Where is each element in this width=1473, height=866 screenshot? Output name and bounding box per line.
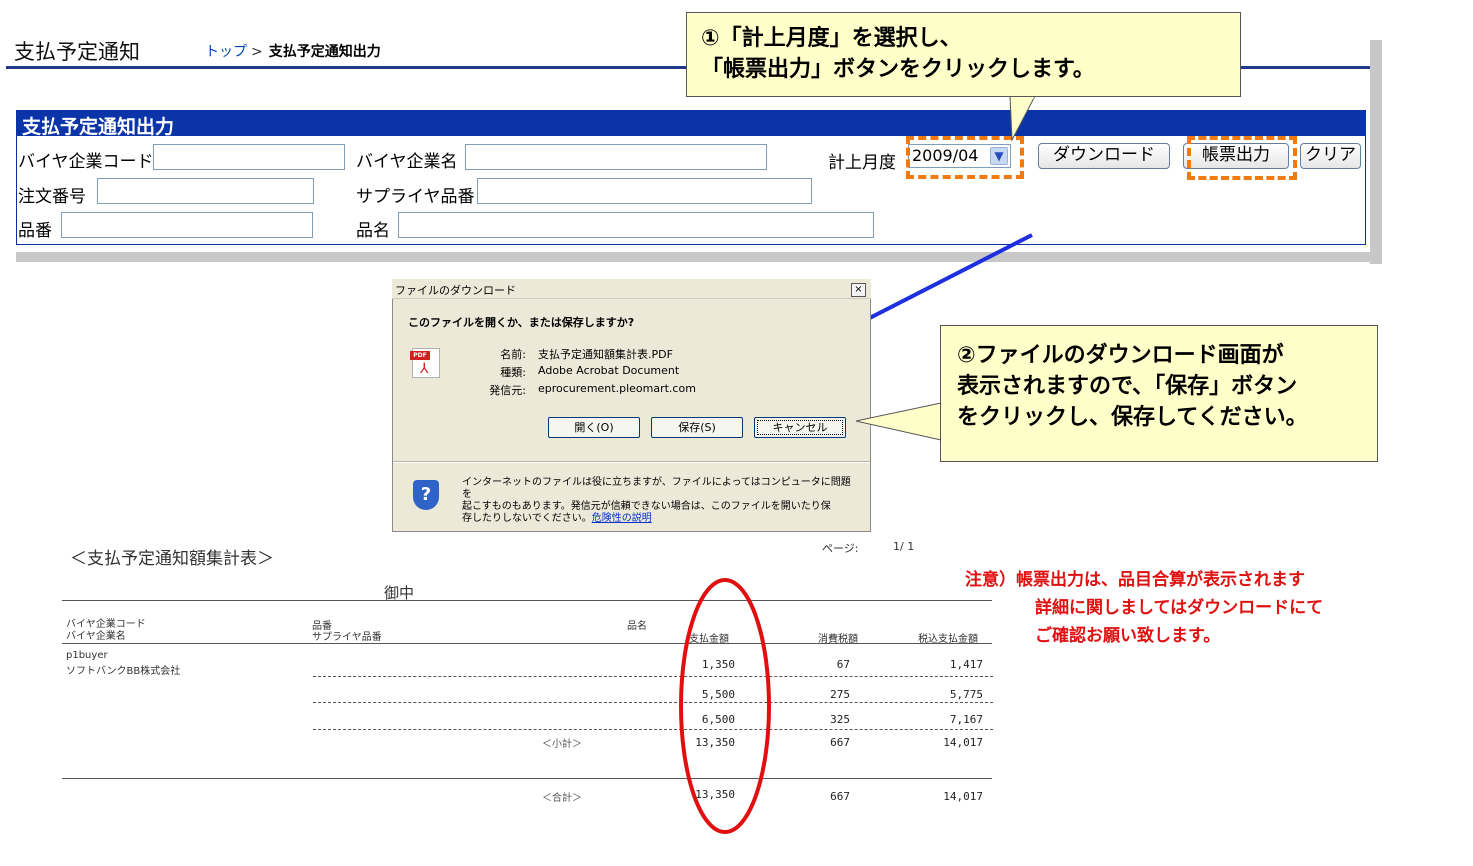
report-page-label: ページ: bbox=[822, 542, 859, 555]
item-name-label: 品名 bbox=[356, 221, 390, 241]
report-total-rule bbox=[62, 778, 992, 779]
dialog-warning-text: インターネットのファイルは役に立ちますが、ファイルによってはコンピュータに問題を… bbox=[462, 477, 852, 525]
dialog-from-value: eprocurement.pleomart.com bbox=[538, 382, 696, 395]
warning-line1: インターネットのファイルは役に立ちますが、ファイルによってはコンピュータに問題を bbox=[462, 477, 851, 500]
buyer-name-input[interactable] bbox=[465, 144, 767, 170]
security-shield-icon: ? bbox=[413, 480, 439, 510]
open-button[interactable]: 開く(O) bbox=[548, 417, 640, 438]
callout-step1-line2: 「帳票出力」ボタンをクリックします。 bbox=[701, 57, 1095, 82]
report-subtotal-tax: 667 bbox=[830, 736, 850, 749]
report-subtotal-label: ＜小計＞ bbox=[542, 739, 582, 750]
page-title: 支払予定通知 bbox=[14, 40, 140, 64]
report-top-rule bbox=[62, 600, 992, 601]
table-row-total: 1,417 bbox=[949, 658, 983, 671]
order-no-label: 注文番号 bbox=[18, 187, 86, 207]
note-line3: ご確認お願い致します。 bbox=[1035, 626, 1221, 646]
dialog-type-key: 種類: bbox=[500, 366, 526, 379]
dialog-type-value: Adobe Acrobat Document bbox=[538, 364, 680, 377]
report-row-divider bbox=[313, 729, 993, 730]
save-button[interactable]: 保存(S) bbox=[651, 417, 743, 438]
report-buyer-name: ソフトバンクBB株式会社 bbox=[66, 666, 181, 677]
table-row-tax: 275 bbox=[830, 688, 850, 701]
close-icon[interactable]: × bbox=[851, 283, 866, 297]
clear-button[interactable]: クリア bbox=[1300, 143, 1361, 169]
report-row-divider bbox=[313, 676, 993, 677]
report-buyer-code: p1buyer bbox=[66, 650, 108, 661]
warning-line2: 起こすものもあります。発信元が信頼できない場合は、このファイルを開いたり保 bbox=[462, 501, 831, 512]
pdf-file-icon: PDF ⅄ bbox=[410, 348, 440, 378]
report-title: ＜支払予定通知額集計表＞ bbox=[70, 549, 274, 569]
table-row-total: 5,775 bbox=[949, 688, 983, 701]
breadcrumb: トップ > 支払予定通知出力 bbox=[205, 41, 381, 61]
callout-step1: ①「計上月度」を選択し、 「帳票出力」ボタンをクリックします。 bbox=[686, 12, 1241, 97]
callout-step2-line1: ②ファイルのダウンロード画面が bbox=[957, 343, 1284, 368]
dialog-divider-highlight bbox=[393, 462, 870, 463]
window-shadow bbox=[1370, 40, 1382, 264]
warning-line3-text: 存したりしないでください。 bbox=[462, 513, 592, 524]
dialog-from-key: 発信元: bbox=[489, 384, 526, 397]
buyer-name-label: バイヤ企業名 bbox=[356, 152, 458, 172]
table-row-total: 7,167 bbox=[949, 713, 983, 726]
table-row-tax: 67 bbox=[836, 658, 850, 671]
breadcrumb-separator: > bbox=[251, 44, 263, 60]
cancel-button[interactable]: キャンセル bbox=[754, 417, 846, 438]
dialog-name-key: 名前: bbox=[500, 348, 526, 361]
callout1-pointer bbox=[1009, 95, 1036, 142]
risk-explanation-link[interactable]: 危険性の説明 bbox=[592, 513, 652, 524]
report-grandtotal-label: ＜合計＞ bbox=[542, 793, 582, 804]
report-grandtotal-total: 14,017 bbox=[943, 790, 983, 803]
panel-shadow bbox=[16, 252, 1382, 262]
callout2-pointer bbox=[855, 402, 943, 441]
callout-step2: ②ファイルのダウンロード画面が 表示されますので、「保存」ボタン をクリックし、… bbox=[940, 325, 1378, 462]
breadcrumb-current: 支払予定通知出力 bbox=[268, 44, 381, 60]
dialog-title: ファイルのダウンロード bbox=[392, 279, 871, 299]
callout-step2-line3: をクリックし、保存してください。 bbox=[957, 405, 1308, 430]
report-page-value: 1/ 1 bbox=[893, 540, 915, 553]
order-no-input[interactable] bbox=[97, 178, 314, 204]
amount-column-highlight-ellipse bbox=[679, 578, 771, 834]
item-no-input[interactable] bbox=[61, 212, 313, 238]
breadcrumb-top-link[interactable]: トップ bbox=[205, 44, 247, 60]
note-line2: 詳細に関しましてはダウンロードにて bbox=[1035, 598, 1324, 618]
buyer-code-label: バイヤ企業コード bbox=[18, 152, 154, 172]
download-button[interactable]: ダウンロード bbox=[1038, 143, 1170, 169]
report-row-divider bbox=[313, 702, 993, 703]
form-section-title: 支払予定通知出力 bbox=[16, 110, 1366, 138]
month-label: 計上月度 bbox=[828, 153, 896, 173]
table-row-tax: 325 bbox=[830, 713, 850, 726]
report-button-highlight-box bbox=[1187, 136, 1297, 180]
report-subtotal-total: 14,017 bbox=[943, 736, 983, 749]
warning-line3: 存したりしないでください。危険性の説明 bbox=[462, 513, 852, 525]
callout-step1-line1: ①「計上月度」を選択し、 bbox=[701, 26, 962, 51]
supplier-item-label: サプライヤ品番 bbox=[356, 187, 475, 207]
report-grandtotal-tax: 667 bbox=[830, 790, 850, 803]
report-col-item-name: 品名 bbox=[627, 621, 647, 632]
report-output-note: 注意）帳票出力は、品目合算が表示されます 詳細に関しましてはダウンロードにて ご… bbox=[965, 566, 1323, 650]
callout-step2-line2: 表示されますので、「保存」ボタン bbox=[957, 374, 1298, 399]
acrobat-swirl-icon: ⅄ bbox=[420, 361, 429, 377]
note-line1: 注意）帳票出力は、品目合算が表示されます bbox=[965, 570, 1305, 590]
report-header-rule bbox=[62, 643, 992, 644]
report-col-supplier-item: サプライヤ品番 bbox=[312, 632, 382, 643]
supplier-item-input[interactable] bbox=[477, 178, 812, 204]
report-col-buyer-name: バイヤ企業名 bbox=[66, 631, 126, 642]
pdf-tag: PDF bbox=[410, 351, 430, 360]
buyer-code-input[interactable] bbox=[153, 144, 345, 170]
item-no-label: 品番 bbox=[18, 221, 52, 241]
dialog-name-value: 支払予定通知額集計表.PDF bbox=[538, 348, 673, 361]
dialog-question: このファイルを開くか、または保存しますか? bbox=[408, 316, 635, 329]
